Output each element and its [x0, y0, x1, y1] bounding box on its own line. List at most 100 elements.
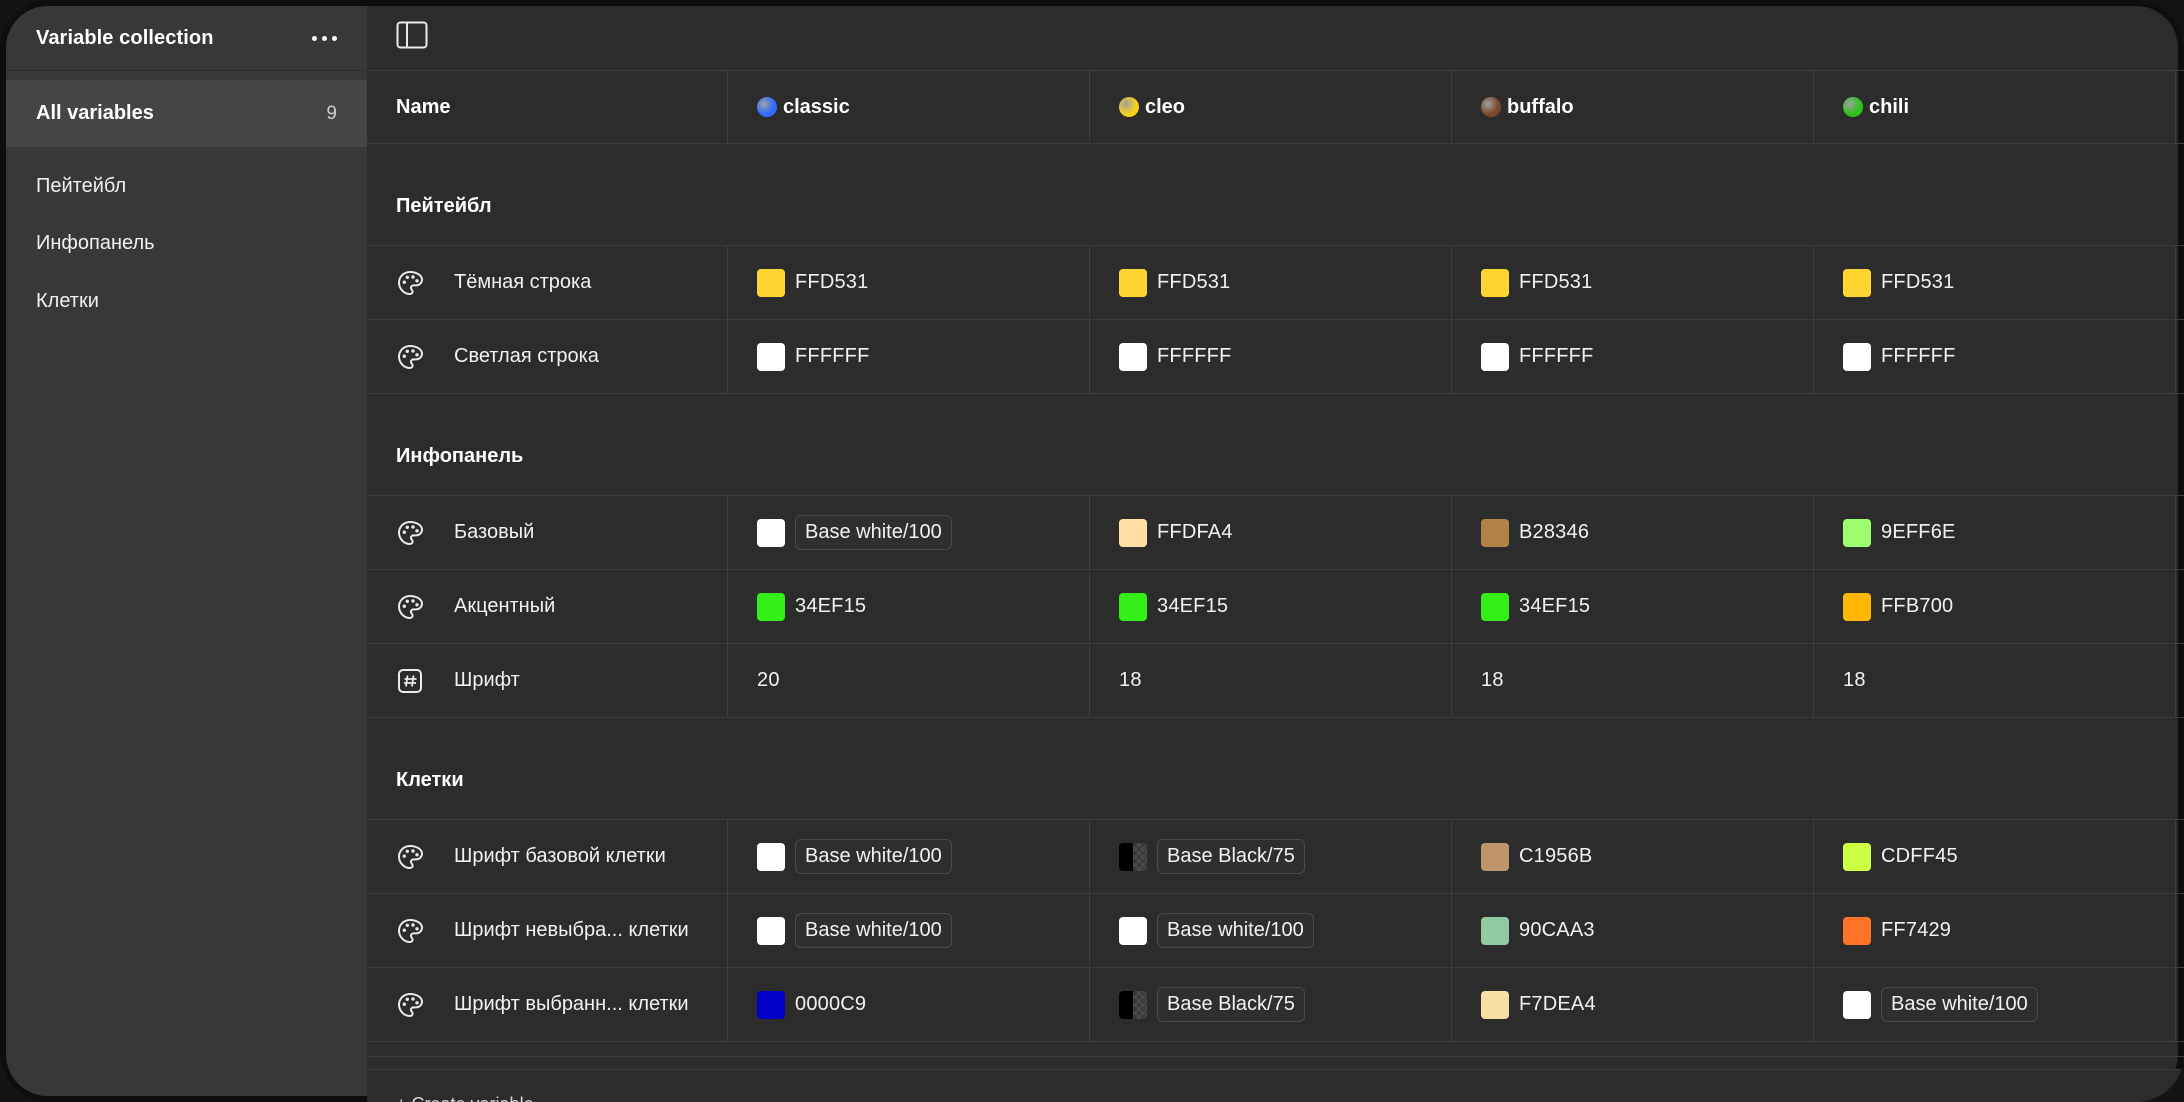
create-variable-button[interactable]: + Create variable: [396, 1094, 534, 1102]
variable-value-cell[interactable]: 34EF15: [728, 570, 1090, 643]
alias-pill[interactable]: Base white/100: [795, 515, 952, 550]
variable-name-cell[interactable]: Шрифт выбранн... клетки: [367, 968, 728, 1041]
variable-name-cell[interactable]: Светлая строка: [367, 320, 728, 393]
color-swatch[interactable]: [757, 518, 785, 547]
variable-value-cell[interactable]: 34EF15: [1452, 570, 1814, 643]
variable-value-cell[interactable]: FFD531: [1452, 246, 1814, 319]
toggle-sidebar-icon[interactable]: [396, 21, 428, 49]
variable-value-cell[interactable]: Base white/100: [728, 894, 1090, 967]
variable-value-cell[interactable]: 20: [728, 644, 1090, 717]
color-swatch[interactable]: [1843, 990, 1871, 1019]
variable-name-cell[interactable]: Шрифт невыбра... клетки: [367, 894, 728, 967]
color-swatch[interactable]: [1119, 916, 1147, 945]
variable-value-cell[interactable]: 90CAA3: [1452, 894, 1814, 967]
alias-pill[interactable]: Base white/100: [795, 839, 952, 874]
color-swatch[interactable]: [1481, 342, 1509, 371]
variable-value-cell[interactable]: 34EF15: [1090, 570, 1452, 643]
variable-value-cell[interactable]: 9EFF6E: [1814, 496, 2176, 569]
color-swatch[interactable]: [1843, 592, 1871, 621]
sidebar-item-group[interactable]: Клетки: [6, 270, 367, 332]
variable-value-cell[interactable]: 18: [1452, 644, 1814, 717]
variable-value-cell[interactable]: FFB700: [1814, 570, 2176, 643]
variable-name-cell[interactable]: Тёмная строка: [367, 246, 728, 319]
sidebar-item-all-variables[interactable]: All variables 9: [6, 80, 367, 147]
color-swatch[interactable]: [1481, 592, 1509, 621]
color-swatch[interactable]: [1843, 268, 1871, 297]
table-row[interactable]: Шрифт выбранн... клетки 0000C9 Base Black/…: [367, 968, 2184, 1042]
column-header-name[interactable]: Name: [367, 71, 728, 143]
color-swatch[interactable]: [1481, 916, 1509, 945]
variable-value-cell[interactable]: 18: [1814, 644, 2176, 717]
variable-value-cell[interactable]: FFFFFF: [1814, 320, 2176, 393]
variable-value-cell[interactable]: FFD531: [728, 246, 1090, 319]
alias-pill[interactable]: Base white/100: [1881, 987, 2038, 1022]
table-row[interactable]: Тёмная строка FFD531 FFD531 FFD531 FFD531: [367, 246, 2184, 320]
alias-pill[interactable]: Base Black/75: [1157, 987, 1305, 1022]
variable-value-cell[interactable]: Base white/100: [1814, 968, 2176, 1041]
variable-value-cell[interactable]: Base white/100: [1090, 894, 1452, 967]
value-text: 34EF15: [795, 595, 867, 617]
variable-name-cell[interactable]: Шрифт: [367, 644, 728, 717]
color-swatch[interactable]: [1481, 842, 1509, 871]
variable-value-cell[interactable]: Base white/100: [728, 496, 1090, 569]
table-row[interactable]: Светлая строка FFFFFF FFFFFF FFFFFF FFFFFF: [367, 320, 2184, 394]
value-text: C1956B: [1519, 845, 1593, 867]
alias-pill[interactable]: Base white/100: [1157, 913, 1314, 948]
color-swatch[interactable]: [1119, 342, 1147, 371]
variable-value-cell[interactable]: FFFFFF: [728, 320, 1090, 393]
variable-name-cell[interactable]: Шрифт базовой клетки: [367, 820, 728, 893]
variable-name-cell[interactable]: Базовый: [367, 496, 728, 569]
variable-value-cell[interactable]: 0000C9: [728, 968, 1090, 1041]
color-swatch[interactable]: [1481, 518, 1509, 547]
color-swatch[interactable]: [1119, 990, 1147, 1019]
column-header-mode[interactable]: classic: [728, 71, 1090, 143]
sidebar-item-group[interactable]: Пейтейбл: [6, 157, 367, 216]
variable-value-cell[interactable]: F7DEA4: [1452, 968, 1814, 1041]
table-row[interactable]: Шрифт базовой клетки Base white/100 Base B…: [367, 820, 2184, 894]
table-row[interactable]: Акцентный 34EF15 34EF15 34EF15 FFB700: [367, 570, 2184, 644]
column-header-mode[interactable]: buffalo: [1452, 71, 1814, 143]
alias-pill[interactable]: Base white/100: [795, 913, 952, 948]
variable-value-cell[interactable]: FFFFFF: [1452, 320, 1814, 393]
more-options-icon[interactable]: [304, 28, 345, 49]
variable-value-cell[interactable]: CDFF45: [1814, 820, 2176, 893]
color-swatch[interactable]: [757, 990, 785, 1019]
color-swatch[interactable]: [757, 268, 785, 297]
create-variable-bar[interactable]: + Create variable: [367, 1069, 2184, 1102]
mode-label: chili: [1869, 95, 1910, 118]
table-row[interactable]: Базовый Base white/100 FFDFA4 B28346 9EFF6E: [367, 496, 2184, 570]
color-swatch[interactable]: [757, 842, 785, 871]
color-swatch[interactable]: [1119, 842, 1147, 871]
variable-value-cell[interactable]: Base Black/75: [1090, 820, 1452, 893]
variable-value-cell[interactable]: C1956B: [1452, 820, 1814, 893]
variable-value-cell[interactable]: FFDFA4: [1090, 496, 1452, 569]
color-swatch[interactable]: [1843, 342, 1871, 371]
color-swatch[interactable]: [757, 342, 785, 371]
color-swatch[interactable]: [757, 592, 785, 621]
color-swatch[interactable]: [1481, 268, 1509, 297]
variable-value-cell[interactable]: FFD531: [1814, 246, 2176, 319]
color-swatch[interactable]: [1119, 592, 1147, 621]
variable-value-cell[interactable]: FFFFFF: [1090, 320, 1452, 393]
color-swatch[interactable]: [1119, 518, 1147, 547]
column-header-mode[interactable]: cleo: [1090, 71, 1452, 143]
variable-value-cell[interactable]: Base white/100: [728, 820, 1090, 893]
color-swatch[interactable]: [757, 916, 785, 945]
variable-value-cell[interactable]: FFD531: [1090, 246, 1452, 319]
column-header-mode[interactable]: chili: [1814, 71, 2176, 143]
variable-value-cell[interactable]: B28346: [1452, 496, 1814, 569]
color-swatch[interactable]: [1843, 842, 1871, 871]
color-swatch[interactable]: [1843, 916, 1871, 945]
color-swatch[interactable]: [1481, 990, 1509, 1019]
variable-name-cell[interactable]: Акцентный: [367, 570, 728, 643]
variable-value-cell[interactable]: Base Black/75: [1090, 968, 1452, 1041]
alias-pill[interactable]: Base Black/75: [1157, 839, 1305, 874]
variable-value-cell[interactable]: FF7429: [1814, 894, 2176, 967]
color-swatch[interactable]: [1119, 268, 1147, 297]
sidebar-item-group[interactable]: Инфопанель: [6, 216, 367, 270]
table-row[interactable]: [367, 1042, 2184, 1057]
table-row[interactable]: Шрифт невыбра... клетки Base white/100 Bas…: [367, 894, 2184, 968]
color-swatch[interactable]: [1843, 518, 1871, 547]
variable-value-cell[interactable]: 18: [1090, 644, 1452, 717]
table-row[interactable]: Шрифт 20 18 18 18: [367, 644, 2184, 718]
